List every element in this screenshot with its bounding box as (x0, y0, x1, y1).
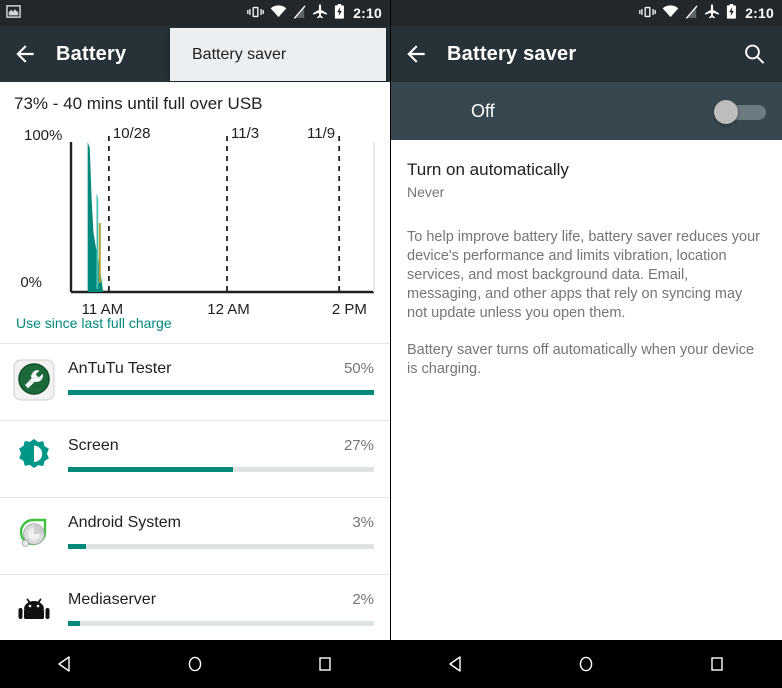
app-usage-bar (68, 621, 374, 626)
battery-charging-icon (334, 4, 345, 22)
nav-home-icon[interactable] (165, 640, 225, 688)
wifi-icon (662, 5, 679, 21)
turn-on-automatically-title[interactable]: Turn on automatically (407, 140, 766, 180)
navigation-bar-right (391, 640, 782, 688)
action-bar-battery-saver: Battery saver (391, 26, 782, 82)
app-info: Android System 3% (68, 512, 374, 549)
battery-saver-toggle-row[interactable]: Off (391, 82, 782, 140)
status-bar-notifications (6, 4, 247, 22)
nav-back-icon[interactable] (426, 640, 486, 688)
app-percent: 50% (343, 360, 374, 377)
app-usage-bar (68, 544, 374, 549)
airplane-mode-icon (704, 4, 720, 22)
back-arrow-icon[interactable] (403, 41, 429, 67)
app-usage-bar (68, 390, 374, 395)
battery-app-list: AnTuTu Tester 50% Screen 27% Android Sys… (0, 343, 390, 652)
battery-history-chart: 100% 0% 10/28 11/3 11/9 11 AM 12 AM 2 PM (14, 120, 380, 318)
menu-item-battery-saver[interactable]: Battery saver (192, 46, 286, 64)
back-arrow-icon[interactable] (12, 41, 38, 67)
status-bar-left: 2:10 (0, 0, 390, 26)
navigation-bar-left (0, 640, 390, 688)
app-name: Android System (68, 514, 181, 531)
vibrate-icon (247, 5, 264, 22)
app-info: Screen 27% (68, 435, 374, 472)
table-row[interactable]: Android System 3% (0, 498, 390, 575)
battery-charging-icon (726, 4, 737, 22)
battery-summary: 73% - 40 mins until full over USB (14, 94, 263, 113)
chart-x-axis-labels: 11 AM 12 AM 2 PM (82, 301, 367, 318)
svg-text:100%: 100% (24, 127, 62, 144)
battery-content: 73% - 40 mins until full over USB 100% 0… (0, 82, 390, 652)
status-bar-right: 2:10 (391, 0, 782, 26)
battery-saver-body: Turn on automatically Never To help impr… (391, 140, 782, 640)
vibrate-icon (639, 5, 656, 22)
table-row[interactable]: AnTuTu Tester 50% (0, 344, 390, 421)
svg-text:11/3: 11/3 (231, 125, 259, 142)
wifi-icon (270, 5, 287, 21)
battery-saver-switch[interactable] (714, 100, 766, 124)
battery-screen: 2:10 Battery Battery saver 73% - 40 mins… (0, 0, 391, 688)
app-percent: 2% (352, 591, 374, 608)
image-notification-icon (6, 4, 21, 22)
app-name: AnTuTu Tester (68, 360, 172, 377)
status-bar-clock: 2:10 (745, 5, 774, 21)
app-percent: 3% (352, 514, 374, 531)
nav-recents-icon[interactable] (687, 640, 747, 688)
svg-text:10/28: 10/28 (113, 125, 151, 142)
turn-on-automatically-value: Never (407, 184, 445, 200)
svg-text:11 AM: 11 AM (82, 301, 123, 318)
svg-text:0%: 0% (20, 274, 42, 291)
no-signal-icon (685, 4, 698, 22)
battery-saver-state-label: Off (471, 100, 495, 121)
airplane-mode-icon (312, 4, 328, 22)
app-name: Mediaserver (68, 591, 157, 608)
nav-back-icon[interactable] (35, 640, 95, 688)
battery-chart-svg: 100% 0% 10/28 11/3 11/9 (20, 125, 375, 294)
nav-recents-icon[interactable] (295, 640, 355, 688)
antutu-icon (12, 358, 56, 402)
page-title: Battery (56, 42, 127, 65)
nav-home-icon[interactable] (556, 640, 616, 688)
no-signal-icon (293, 4, 306, 22)
android-system-icon (12, 512, 56, 556)
android-robot-icon (12, 589, 56, 633)
app-usage-bar (68, 467, 374, 472)
app-name: Screen (68, 437, 119, 454)
app-info: AnTuTu Tester 50% (68, 358, 374, 395)
description-paragraph-1: To help improve battery life, battery sa… (407, 229, 760, 321)
page-title: Battery saver (447, 42, 577, 65)
dual-screenshot: 2:10 Battery Battery saver 73% - 40 mins… (0, 0, 782, 688)
status-bar-icons-right: 2:10 (639, 4, 774, 22)
brightness-icon (12, 435, 56, 479)
status-bar-icons-left: 2:10 (247, 4, 382, 22)
overflow-menu-popup: Battery saver (170, 28, 386, 81)
svg-text:11/9: 11/9 (307, 125, 335, 142)
search-icon[interactable] (742, 42, 766, 66)
app-percent: 27% (343, 437, 374, 454)
svg-text:12 AM: 12 AM (207, 301, 250, 318)
svg-text:2 PM: 2 PM (332, 301, 367, 318)
battery-saver-screen: 2:10 Battery saver Off Turn on automatic… (391, 0, 782, 688)
switch-knob (714, 100, 738, 124)
description-paragraph-2: Battery saver turns off automatically wh… (407, 342, 755, 377)
table-row[interactable]: Screen 27% (0, 421, 390, 498)
app-info: Mediaserver 2% (68, 589, 374, 626)
status-bar-clock: 2:10 (353, 5, 382, 21)
